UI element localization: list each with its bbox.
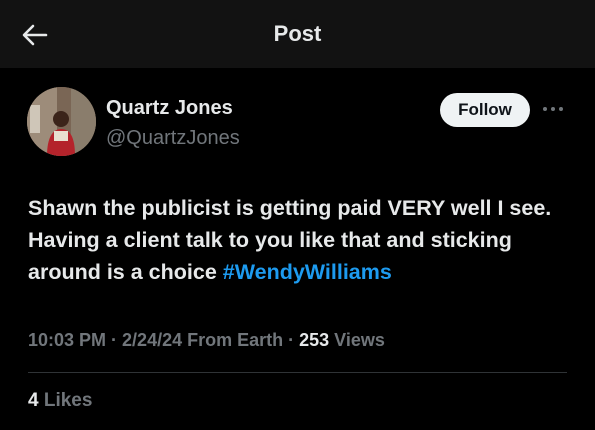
follow-button[interactable]: Follow <box>440 93 530 127</box>
views-count: 253 <box>299 330 330 350</box>
author-handle[interactable]: @QuartzJones <box>106 127 240 150</box>
more-horizontal-icon <box>543 107 563 111</box>
more-options-button[interactable] <box>540 98 566 120</box>
meta-separator-2: · <box>283 330 300 350</box>
divider <box>28 372 567 373</box>
page-title: Post <box>273 21 322 46</box>
meta-separator: · <box>106 330 123 350</box>
post-meta: 10:03 PM · 2/24/24 From Earth · 253 View… <box>28 330 385 351</box>
post-body: Shawn the publicist is getting paid VERY… <box>28 192 576 288</box>
views-label: Views <box>329 330 385 350</box>
likes-count: 4 <box>28 390 39 411</box>
top-bar: Post <box>0 0 595 68</box>
avatar[interactable] <box>27 87 96 156</box>
hashtag-link[interactable]: #WendyWilliams <box>223 260 392 284</box>
post-time[interactable]: 10:03 PM <box>28 330 106 350</box>
author-name[interactable]: Quartz Jones <box>106 97 233 120</box>
profile-photo <box>27 87 96 156</box>
post-date[interactable]: 2/24/24 <box>122 330 182 350</box>
post-source: From Earth <box>182 330 284 350</box>
likes-link[interactable]: 4 Likes <box>28 390 92 412</box>
likes-label: Likes <box>38 390 93 411</box>
